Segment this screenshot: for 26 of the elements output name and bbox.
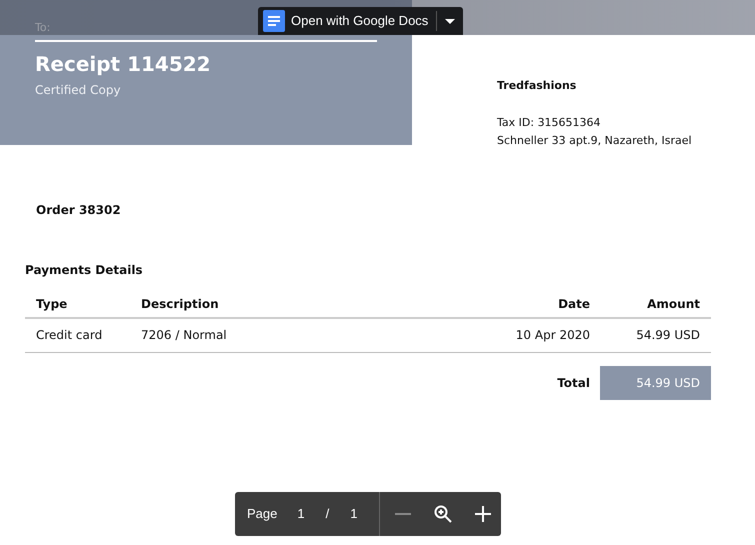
table-cell-text: 7206 / Normal	[141, 327, 228, 344]
total-amount: 54.99 USD	[600, 366, 711, 400]
column-header: Amount	[646, 296, 700, 312]
table-cell-text: 54.99 USD	[635, 327, 700, 344]
caret-icon	[445, 18, 456, 24]
seller-address: Schneller 33 apt.9, Nazareth, Israel	[497, 133, 692, 149]
column-header: Type	[36, 296, 68, 312]
order-number: Order 38302	[36, 202, 121, 216]
plus-icon	[475, 506, 492, 522]
seller-name: Tredfashions	[497, 78, 578, 94]
page-label: Page	[247, 505, 278, 524]
total-label: Total	[557, 374, 590, 392]
document-icon	[263, 10, 285, 32]
table-cell-text: Credit card	[36, 327, 104, 344]
receipt-subtitle: Certified Copy	[35, 82, 122, 99]
minus-icon	[395, 513, 412, 515]
table-cell-text: 10 Apr 2020	[514, 327, 590, 344]
total-pages: 1	[350, 505, 358, 524]
page-separator: /	[326, 505, 330, 524]
column-header: Date	[557, 296, 590, 312]
current-page[interactable]: 1	[297, 504, 305, 524]
receipt-title: Receipt 114522	[35, 51, 212, 77]
zoom-icon	[434, 505, 452, 523]
section-title: Payments Details	[25, 262, 144, 278]
column-header: Description	[141, 296, 220, 312]
tax-id: Tax ID: 315651364	[497, 114, 602, 130]
